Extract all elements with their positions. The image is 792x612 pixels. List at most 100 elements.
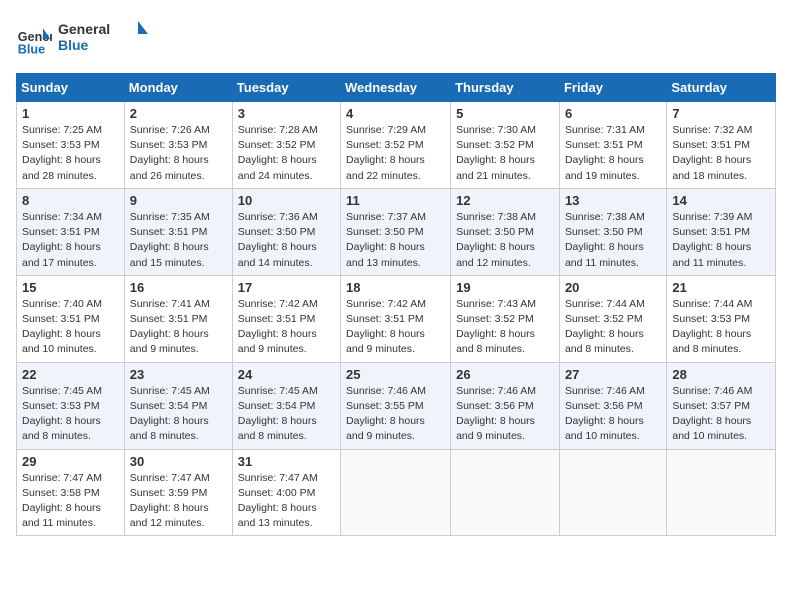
- day-number: 9: [130, 193, 227, 208]
- calendar-cell: 22 Sunrise: 7:45 AM Sunset: 3:53 PM Dayl…: [17, 362, 125, 449]
- calendar-header-row: SundayMondayTuesdayWednesdayThursdayFrid…: [17, 74, 776, 102]
- day-number: 11: [346, 193, 445, 208]
- day-number: 6: [565, 106, 661, 121]
- day-number: 18: [346, 280, 445, 295]
- calendar-cell: 31 Sunrise: 7:47 AM Sunset: 4:00 PM Dayl…: [232, 449, 340, 536]
- calendar-cell: 1 Sunrise: 7:25 AM Sunset: 3:53 PM Dayli…: [17, 102, 125, 189]
- day-number: 4: [346, 106, 445, 121]
- day-info: Sunrise: 7:43 AM Sunset: 3:52 PM Dayligh…: [456, 297, 554, 358]
- calendar-cell: 25 Sunrise: 7:46 AM Sunset: 3:55 PM Dayl…: [341, 362, 451, 449]
- day-number: 5: [456, 106, 554, 121]
- calendar-cell: 15 Sunrise: 7:40 AM Sunset: 3:51 PM Dayl…: [17, 275, 125, 362]
- calendar-week-4: 22 Sunrise: 7:45 AM Sunset: 3:53 PM Dayl…: [17, 362, 776, 449]
- calendar-cell: 24 Sunrise: 7:45 AM Sunset: 3:54 PM Dayl…: [232, 362, 340, 449]
- day-info: Sunrise: 7:42 AM Sunset: 3:51 PM Dayligh…: [238, 297, 335, 358]
- calendar-cell: 16 Sunrise: 7:41 AM Sunset: 3:51 PM Dayl…: [124, 275, 232, 362]
- day-number: 13: [565, 193, 661, 208]
- day-number: 14: [672, 193, 770, 208]
- day-number: 12: [456, 193, 554, 208]
- day-info: Sunrise: 7:44 AM Sunset: 3:52 PM Dayligh…: [565, 297, 661, 358]
- calendar-body: 1 Sunrise: 7:25 AM Sunset: 3:53 PM Dayli…: [17, 102, 776, 536]
- day-number: 30: [130, 454, 227, 469]
- day-number: 25: [346, 367, 445, 382]
- day-info: Sunrise: 7:31 AM Sunset: 3:51 PM Dayligh…: [565, 123, 661, 184]
- day-info: Sunrise: 7:39 AM Sunset: 3:51 PM Dayligh…: [672, 210, 770, 271]
- day-info: Sunrise: 7:25 AM Sunset: 3:53 PM Dayligh…: [22, 123, 119, 184]
- day-number: 15: [22, 280, 119, 295]
- day-header-tuesday: Tuesday: [232, 74, 340, 102]
- day-number: 26: [456, 367, 554, 382]
- day-info: Sunrise: 7:46 AM Sunset: 3:56 PM Dayligh…: [565, 384, 661, 445]
- day-info: Sunrise: 7:35 AM Sunset: 3:51 PM Dayligh…: [130, 210, 227, 271]
- day-info: Sunrise: 7:47 AM Sunset: 4:00 PM Dayligh…: [238, 471, 335, 532]
- day-number: 7: [672, 106, 770, 121]
- calendar-week-5: 29 Sunrise: 7:47 AM Sunset: 3:58 PM Dayl…: [17, 449, 776, 536]
- day-info: Sunrise: 7:40 AM Sunset: 3:51 PM Dayligh…: [22, 297, 119, 358]
- day-info: Sunrise: 7:45 AM Sunset: 3:54 PM Dayligh…: [130, 384, 227, 445]
- calendar-week-3: 15 Sunrise: 7:40 AM Sunset: 3:51 PM Dayl…: [17, 275, 776, 362]
- day-info: Sunrise: 7:47 AM Sunset: 3:58 PM Dayligh…: [22, 471, 119, 532]
- day-info: Sunrise: 7:45 AM Sunset: 3:54 PM Dayligh…: [238, 384, 335, 445]
- calendar-cell: 21 Sunrise: 7:44 AM Sunset: 3:53 PM Dayl…: [667, 275, 776, 362]
- calendar-week-2: 8 Sunrise: 7:34 AM Sunset: 3:51 PM Dayli…: [17, 188, 776, 275]
- day-header-monday: Monday: [124, 74, 232, 102]
- day-info: Sunrise: 7:36 AM Sunset: 3:50 PM Dayligh…: [238, 210, 335, 271]
- day-info: Sunrise: 7:47 AM Sunset: 3:59 PM Dayligh…: [130, 471, 227, 532]
- day-info: Sunrise: 7:41 AM Sunset: 3:51 PM Dayligh…: [130, 297, 227, 358]
- day-info: Sunrise: 7:29 AM Sunset: 3:52 PM Dayligh…: [346, 123, 445, 184]
- day-number: 23: [130, 367, 227, 382]
- day-info: Sunrise: 7:38 AM Sunset: 3:50 PM Dayligh…: [565, 210, 661, 271]
- header: General Blue General Blue: [16, 16, 776, 61]
- day-header-thursday: Thursday: [451, 74, 560, 102]
- day-header-wednesday: Wednesday: [341, 74, 451, 102]
- calendar-cell: 12 Sunrise: 7:38 AM Sunset: 3:50 PM Dayl…: [451, 188, 560, 275]
- day-info: Sunrise: 7:46 AM Sunset: 3:56 PM Dayligh…: [456, 384, 554, 445]
- day-info: Sunrise: 7:26 AM Sunset: 3:53 PM Dayligh…: [130, 123, 227, 184]
- day-number: 3: [238, 106, 335, 121]
- svg-text:Blue: Blue: [58, 37, 89, 53]
- logo: General Blue General Blue: [16, 16, 148, 61]
- calendar-cell: 23 Sunrise: 7:45 AM Sunset: 3:54 PM Dayl…: [124, 362, 232, 449]
- day-number: 29: [22, 454, 119, 469]
- day-info: Sunrise: 7:28 AM Sunset: 3:52 PM Dayligh…: [238, 123, 335, 184]
- calendar-cell: 11 Sunrise: 7:37 AM Sunset: 3:50 PM Dayl…: [341, 188, 451, 275]
- calendar-cell: [667, 449, 776, 536]
- calendar-cell: 2 Sunrise: 7:26 AM Sunset: 3:53 PM Dayli…: [124, 102, 232, 189]
- day-number: 16: [130, 280, 227, 295]
- svg-text:Blue: Blue: [18, 42, 45, 56]
- calendar-cell: 14 Sunrise: 7:39 AM Sunset: 3:51 PM Dayl…: [667, 188, 776, 275]
- calendar-cell: 29 Sunrise: 7:47 AM Sunset: 3:58 PM Dayl…: [17, 449, 125, 536]
- day-info: Sunrise: 7:34 AM Sunset: 3:51 PM Dayligh…: [22, 210, 119, 271]
- calendar-cell: 18 Sunrise: 7:42 AM Sunset: 3:51 PM Dayl…: [341, 275, 451, 362]
- calendar-cell: 17 Sunrise: 7:42 AM Sunset: 3:51 PM Dayl…: [232, 275, 340, 362]
- calendar-cell: [559, 449, 666, 536]
- calendar-cell: 8 Sunrise: 7:34 AM Sunset: 3:51 PM Dayli…: [17, 188, 125, 275]
- day-header-friday: Friday: [559, 74, 666, 102]
- day-number: 19: [456, 280, 554, 295]
- calendar-cell: 26 Sunrise: 7:46 AM Sunset: 3:56 PM Dayl…: [451, 362, 560, 449]
- day-number: 31: [238, 454, 335, 469]
- calendar-cell: 6 Sunrise: 7:31 AM Sunset: 3:51 PM Dayli…: [559, 102, 666, 189]
- day-number: 24: [238, 367, 335, 382]
- calendar-cell: 28 Sunrise: 7:46 AM Sunset: 3:57 PM Dayl…: [667, 362, 776, 449]
- day-info: Sunrise: 7:44 AM Sunset: 3:53 PM Dayligh…: [672, 297, 770, 358]
- calendar-cell: 9 Sunrise: 7:35 AM Sunset: 3:51 PM Dayli…: [124, 188, 232, 275]
- day-header-saturday: Saturday: [667, 74, 776, 102]
- day-header-sunday: Sunday: [17, 74, 125, 102]
- day-number: 27: [565, 367, 661, 382]
- day-info: Sunrise: 7:45 AM Sunset: 3:53 PM Dayligh…: [22, 384, 119, 445]
- calendar-cell: [451, 449, 560, 536]
- day-number: 21: [672, 280, 770, 295]
- calendar-cell: 5 Sunrise: 7:30 AM Sunset: 3:52 PM Dayli…: [451, 102, 560, 189]
- day-number: 8: [22, 193, 119, 208]
- calendar-cell: 7 Sunrise: 7:32 AM Sunset: 3:51 PM Dayli…: [667, 102, 776, 189]
- day-number: 2: [130, 106, 227, 121]
- calendar-cell: 4 Sunrise: 7:29 AM Sunset: 3:52 PM Dayli…: [341, 102, 451, 189]
- day-number: 10: [238, 193, 335, 208]
- day-info: Sunrise: 7:42 AM Sunset: 3:51 PM Dayligh…: [346, 297, 445, 358]
- calendar-week-1: 1 Sunrise: 7:25 AM Sunset: 3:53 PM Dayli…: [17, 102, 776, 189]
- day-number: 22: [22, 367, 119, 382]
- day-info: Sunrise: 7:30 AM Sunset: 3:52 PM Dayligh…: [456, 123, 554, 184]
- day-info: Sunrise: 7:46 AM Sunset: 3:57 PM Dayligh…: [672, 384, 770, 445]
- calendar-cell: 13 Sunrise: 7:38 AM Sunset: 3:50 PM Dayl…: [559, 188, 666, 275]
